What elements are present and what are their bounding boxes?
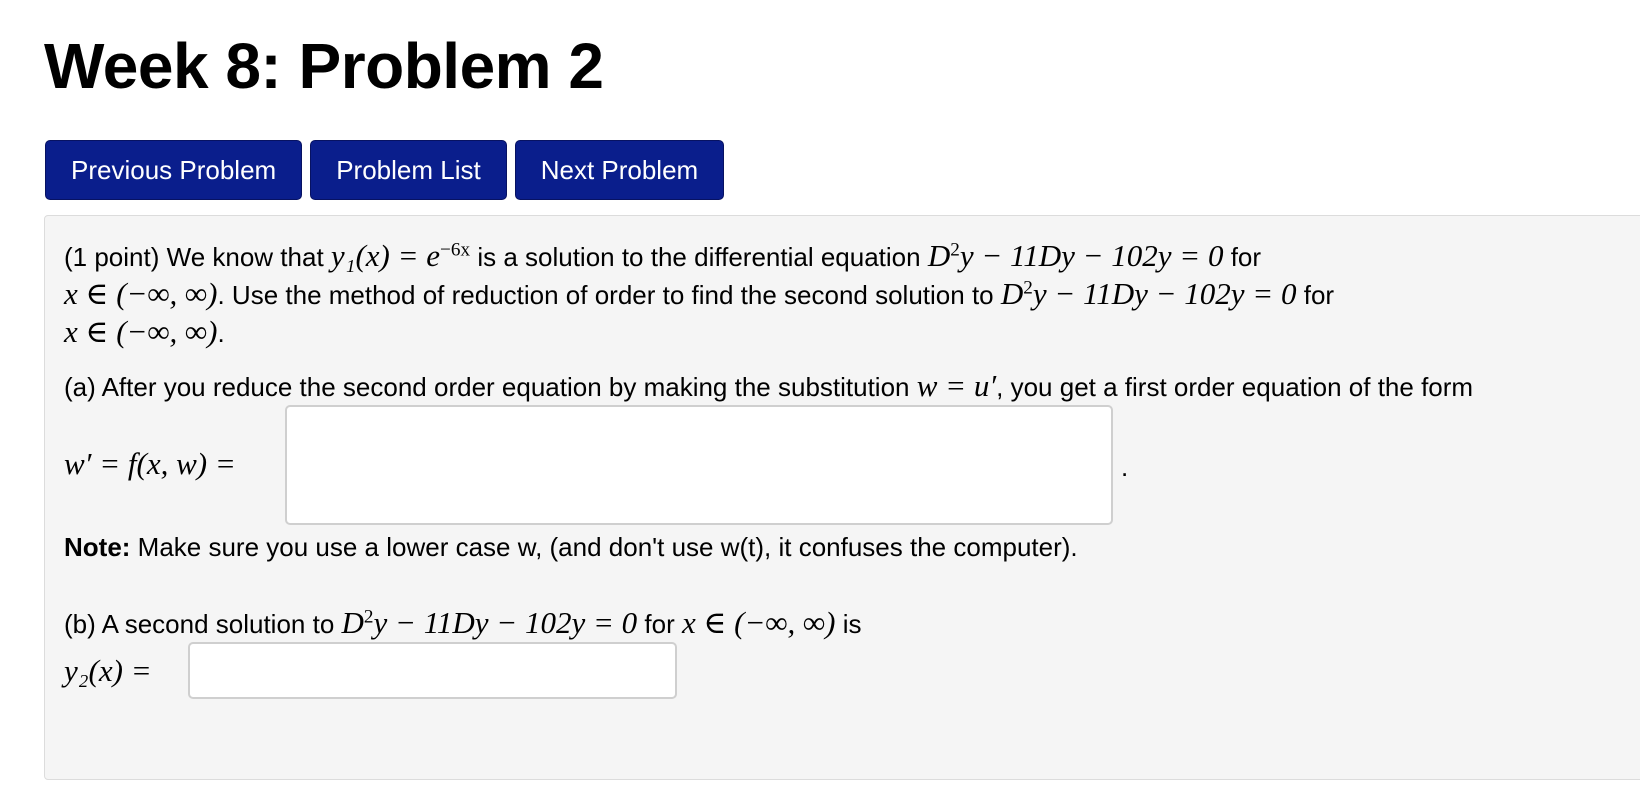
problem-statement-line-2: x ∈ (−∞, ∞). Use the method of reduction… (64, 274, 1334, 315)
domain-formula: x ∈ (−∞, ∞) (64, 276, 218, 311)
differential-equation: D2y − 11Dy − 102y = 0 (341, 605, 638, 640)
note-label: Note: (64, 532, 131, 562)
problem-navigation: Previous Problem Problem List Next Probl… (45, 140, 725, 200)
points-label: (1 point) (64, 242, 160, 272)
part-b-answer-input[interactable] (188, 642, 677, 699)
substitution-formula: w = u′ (916, 368, 997, 403)
domain-formula: x ∈ (−∞, ∞) (681, 605, 836, 640)
note-line: Note: Make sure you use a lower case w, … (64, 527, 1078, 567)
method-text: . Use the method of reduction of order t… (217, 280, 994, 310)
period-text: . (217, 318, 225, 348)
problem-panel: (1 point) We know that y₁(x) = e−6x is a… (44, 215, 1640, 780)
problem-statement-line-1: (1 point) We know that y₁(x) = e−6x is a… (64, 236, 1261, 277)
part-a-lhs: w′ = f(x, w) = (64, 446, 236, 481)
is-text: is (842, 609, 862, 639)
y1-formula: y₁(x) = e−6x (330, 238, 471, 273)
domain-formula: x ∈ (−∞, ∞) (64, 314, 218, 349)
part-b-lhs: y₂(x) = (64, 653, 152, 688)
part-a-equation-row: w′ = f(x, w) = (64, 444, 236, 485)
part-a-text-end: , you get a first order equation of the … (996, 372, 1474, 402)
page-title: Week 8: Problem 2 (44, 30, 604, 102)
next-problem-button[interactable]: Next Problem (514, 140, 725, 200)
part-a-prompt: (a) After you reduce the second order eq… (64, 366, 1473, 407)
part-a-text: (a) After you reduce the second order eq… (64, 372, 910, 402)
note-text: Make sure you use a lower case w, (and d… (130, 532, 1078, 562)
part-b-equation-row: y₂(x) = (64, 651, 152, 692)
intro-text: We know that (166, 242, 324, 272)
part-a-answer-input[interactable] (285, 405, 1113, 525)
part-b-prompt: (b) A second solution to D2y − 11Dy − 10… (64, 603, 861, 644)
part-b-text: (b) A second solution to (64, 609, 335, 639)
previous-problem-button[interactable]: Previous Problem (45, 140, 303, 200)
differential-equation: D2y − 11Dy − 102y = 0 (927, 238, 1224, 273)
intro-text-2: is a solution to the differential equati… (477, 242, 921, 272)
for-text: for (1230, 242, 1262, 272)
part-a-trailing-period: . (1121, 452, 1129, 482)
for-text: for (1303, 280, 1335, 310)
problem-list-button[interactable]: Problem List (310, 140, 507, 200)
for-text: for (644, 609, 675, 639)
differential-equation: D2y − 11Dy − 102y = 0 (1000, 276, 1297, 311)
problem-statement-line-3: x ∈ (−∞, ∞). (64, 312, 225, 353)
